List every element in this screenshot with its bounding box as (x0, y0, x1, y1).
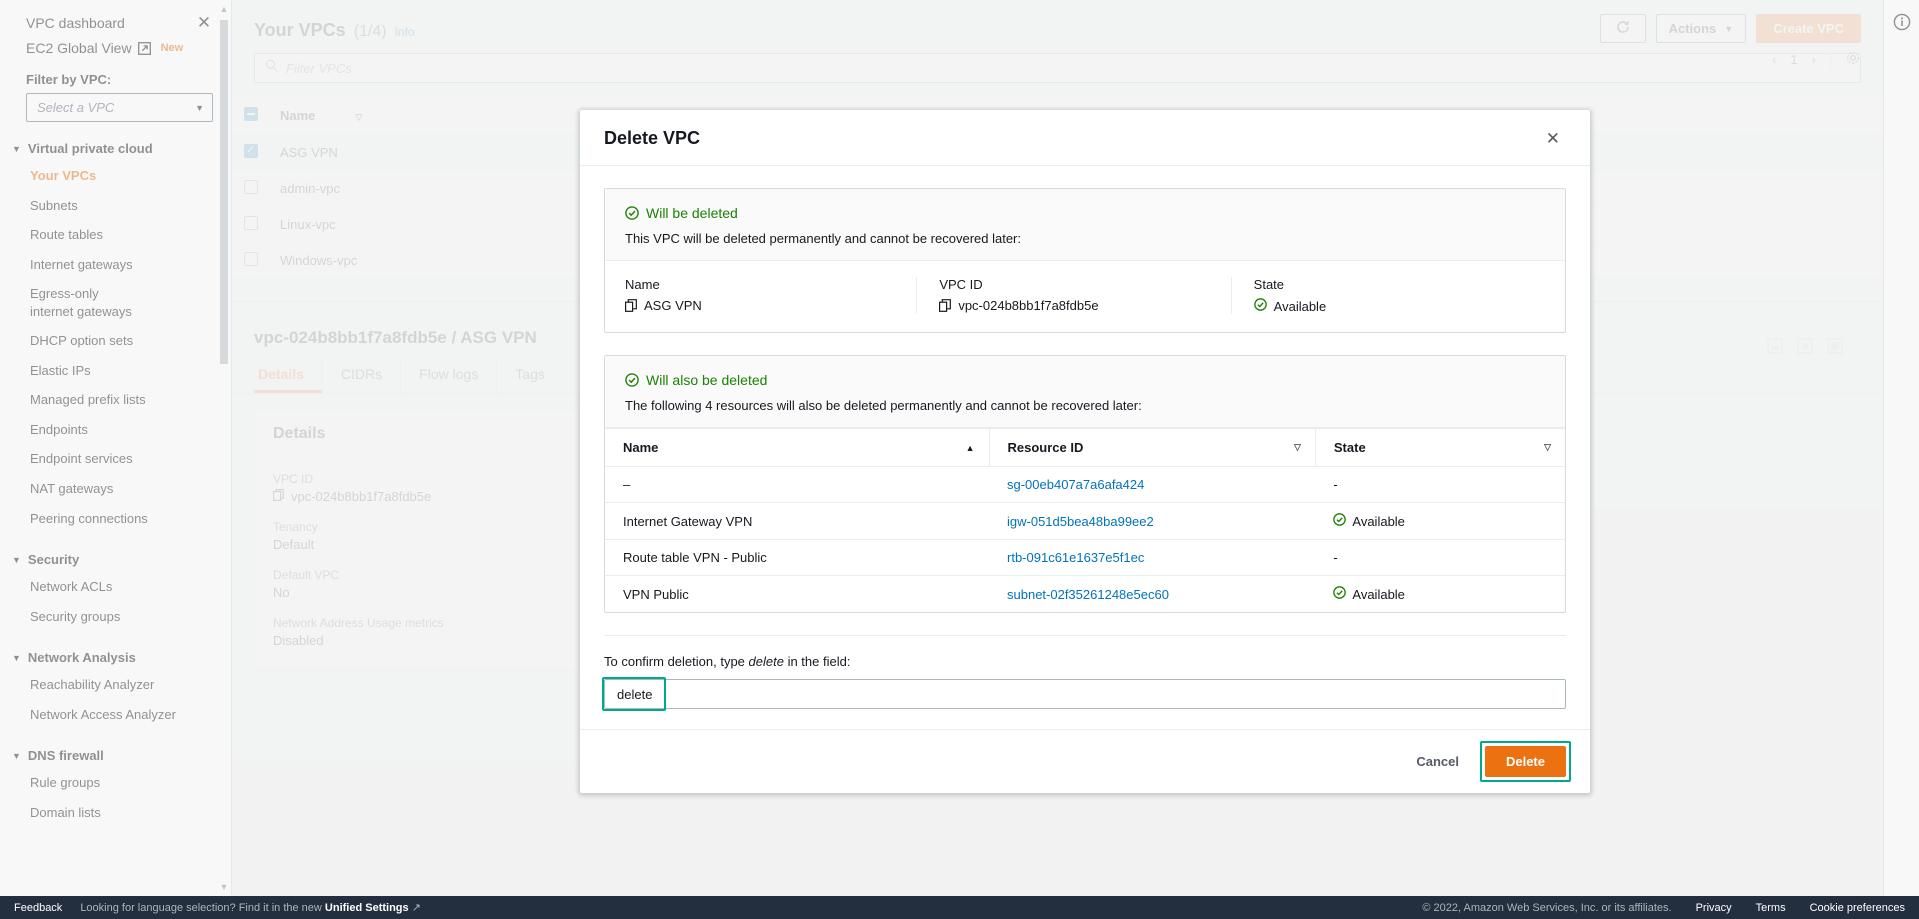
resource-state: Available (1315, 576, 1565, 613)
cancel-button[interactable]: Cancel (1410, 748, 1465, 775)
summary-value: Available (1273, 298, 1327, 314)
resource-state-text: Available (1352, 586, 1405, 602)
privacy-link[interactable]: Privacy (1696, 902, 1732, 914)
table-row: VPN Public subnet-02f35261248e5ec60 Avai… (605, 576, 1565, 613)
summary-label: Name (625, 277, 660, 292)
summary-label: State (1253, 277, 1285, 292)
summary-label: VPC ID (939, 277, 983, 292)
resource-name: Internet Gateway VPN (605, 502, 989, 540)
resource-id-link[interactable]: rtb-091c61e1637e5f1ec (989, 539, 1316, 576)
column-header-state[interactable]: State ▽ (1314, 428, 1565, 467)
terms-link[interactable]: Terms (1756, 902, 1786, 914)
column-header-resource-id[interactable]: Resource ID ▽ (988, 428, 1316, 467)
sort-icon: ▽ (1293, 442, 1301, 452)
language-notice: Looking for language selection? Find it … (80, 901, 421, 914)
callout-subtext: This VPC will be deleted permanently and… (625, 231, 1021, 246)
summary-value: vpc-024b8bb1f7a8fdb5e (958, 298, 1099, 313)
modal-header: Delete VPC ✕ (580, 110, 1590, 166)
resource-state-text: - (1333, 477, 1338, 492)
summary-vpc-id: VPC ID vpc-024b8bb1f7a8fdb5e (916, 277, 1230, 314)
cookie-preferences-link[interactable]: Cookie preferences (1810, 902, 1905, 914)
summary-value-row: Available (1253, 298, 1529, 314)
unified-settings-link[interactable]: Unified Settings (325, 902, 409, 914)
callout-title-row: Will be deleted (625, 205, 1545, 221)
will-also-be-deleted-callout: Will also be deleted The following 4 res… (604, 355, 1566, 613)
callout-subtext: The following 4 resources will also be d… (625, 398, 1142, 413)
copy-icon[interactable] (625, 299, 637, 312)
table-header-row: Name ▲ Resource ID ▽ State ▽ (605, 428, 1565, 467)
status-ok-icon (625, 206, 639, 220)
table-row: Internet Gateway VPN igw-051d5bea48ba99e… (605, 502, 1565, 540)
modal-footer: Cancel Delete (580, 729, 1590, 793)
summary-state: State Available (1230, 277, 1545, 314)
summary-name: Name ASG VPN (625, 277, 916, 314)
resource-name: – (605, 466, 989, 503)
footer: Feedback Looking for language selection?… (0, 896, 1919, 919)
resource-id-link[interactable]: igw-051d5bea48ba99ee2 (989, 502, 1316, 540)
confirm-section: To confirm deletion, type delete in the … (602, 635, 1566, 711)
sort-icon: ▽ (1544, 442, 1551, 452)
feedback-link[interactable]: Feedback (14, 902, 62, 914)
vpc-summary-row: Name ASG VPN VPC ID vpc-024b8bb1f7a8fdb5… (605, 261, 1565, 332)
resource-state-text: - (1333, 550, 1338, 565)
will-be-deleted-callout: Will be deleted This VPC will be deleted… (604, 188, 1566, 333)
summary-value-row: vpc-024b8bb1f7a8fdb5e (939, 298, 1214, 313)
affected-resources-table: Name ▲ Resource ID ▽ State ▽ – sg-00eb40… (605, 428, 1565, 612)
callout-title: Will also be deleted (646, 372, 768, 388)
status-ok-icon (1333, 586, 1347, 602)
resource-name: VPN Public (623, 586, 689, 602)
sort-ascending-icon: ▲ (965, 442, 975, 453)
aws-vpc-console: Your VPCs (1/4) Info Actions ▼ (0, 0, 1919, 919)
column-header-name[interactable]: Name ▲ (605, 428, 989, 467)
confirm-label-after: in the field: (783, 654, 851, 669)
summary-value: ASG VPN (644, 298, 702, 313)
modal-body: Will be deleted This VPC will be deleted… (580, 166, 1590, 711)
status-ok-icon (625, 373, 639, 387)
callout-title: Will be deleted (646, 205, 738, 221)
confirm-label: To confirm deletion, type delete in the … (604, 654, 1566, 669)
confirm-label-before: To confirm deletion, type (604, 654, 749, 669)
copy-icon[interactable] (939, 299, 952, 312)
resource-id-link[interactable]: sg-00eb407a7a6afa424 (989, 466, 1316, 503)
resource-state: Available (1315, 502, 1565, 540)
callout-title-row: Will also be deleted (625, 372, 1545, 388)
table-row: Route table VPN - Public rtb-091c61e1637… (605, 539, 1565, 576)
close-icon[interactable]: ✕ (1540, 128, 1566, 149)
summary-value-row: ASG VPN (625, 298, 900, 313)
language-notice-text: Looking for language selection? Find it … (80, 902, 325, 914)
resource-state: - (1315, 539, 1565, 576)
delete-vpc-modal: Delete VPC ✕ Will be deleted This VPC wi… (580, 110, 1590, 793)
status-ok-icon (1253, 298, 1267, 314)
delete-button[interactable]: Delete (1484, 746, 1566, 777)
confirm-delete-input[interactable] (604, 679, 1566, 709)
status-ok-icon (1333, 513, 1347, 529)
resource-state-text: Available (1352, 513, 1405, 529)
external-link-icon: ↗ (408, 902, 421, 914)
delete-button-wrap: Delete (1479, 741, 1571, 782)
callout-header: Will be deleted This VPC will be deleted… (605, 189, 1565, 261)
copyright: © 2022, Amazon Web Services, Inc. or its… (1422, 901, 1672, 914)
modal-title: Delete VPC (604, 128, 701, 148)
resource-name: Route table VPN - Public (605, 539, 989, 576)
callout-header: Will also be deleted The following 4 res… (605, 356, 1565, 428)
resource-state: - (1315, 466, 1565, 503)
confirm-keyword: delete (748, 654, 784, 669)
resource-id-link[interactable]: subnet-02f35261248e5ec60 (989, 576, 1315, 613)
table-row: – sg-00eb407a7a6afa424 - (605, 466, 1565, 503)
